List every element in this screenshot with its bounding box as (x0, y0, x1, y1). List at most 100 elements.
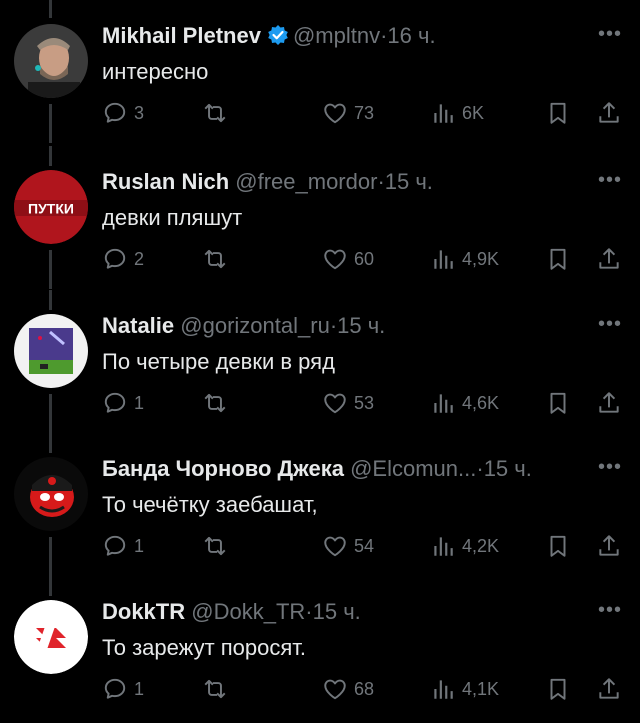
action-bar: 1 54 4,2K (102, 531, 624, 561)
separator-dot: · (305, 599, 313, 624)
author-handle[interactable]: @free_mordor (235, 169, 377, 194)
reply-icon (104, 535, 126, 556)
heart-icon (324, 679, 346, 700)
retweet-icon (204, 249, 226, 269)
author-handle[interactable]: @Dokk_TR (191, 599, 305, 624)
views-count: 4,9K (462, 248, 500, 269)
views-button[interactable]: 4,6K (430, 388, 499, 418)
share-button[interactable] (596, 98, 622, 128)
views-button[interactable]: 4,2K (430, 531, 499, 561)
share-button[interactable] (596, 674, 622, 704)
thread-line (49, 104, 52, 143)
share-button[interactable] (596, 244, 622, 274)
more-icon[interactable]: ••• (598, 599, 622, 622)
like-button[interactable]: 60 (322, 244, 374, 274)
like-button[interactable]: 73 (322, 98, 374, 128)
author-handle[interactable]: @mpltnv (293, 23, 380, 48)
thread-line (49, 394, 52, 433)
reply-button[interactable]: 2 (102, 244, 144, 274)
like-button[interactable]: 53 (322, 388, 374, 418)
bookmark-icon (550, 248, 566, 270)
views-count: 6K (462, 102, 485, 123)
author-name[interactable]: Mikhail Pletnev (102, 23, 261, 48)
views-icon (434, 104, 453, 123)
reply-icon (104, 392, 126, 413)
avatar[interactable] (14, 600, 88, 674)
timestamp[interactable]: 15 ч. (484, 456, 532, 481)
bookmark-button[interactable] (545, 388, 571, 418)
author-name[interactable]: Ruslan Nich (102, 169, 229, 194)
action-bar: 3 73 6K (102, 98, 624, 128)
reply-button[interactable]: 3 (102, 98, 144, 128)
tweet-2[interactable]: ПУТКИ Ruslan Nich @free_mordor·15 ч. •••… (0, 146, 640, 289)
views-icon (434, 680, 453, 699)
author-name[interactable]: Банда Чорново Джека (102, 456, 344, 481)
more-icon[interactable]: ••• (598, 169, 622, 192)
retweet-button[interactable] (202, 98, 228, 128)
like-count: 53 (354, 392, 375, 413)
avatar[interactable] (14, 24, 88, 98)
timestamp[interactable]: 16 ч. (387, 23, 435, 48)
timestamp[interactable]: 15 ч. (337, 313, 385, 338)
share-icon (599, 678, 619, 699)
bookmark-icon (550, 392, 566, 414)
tweet-text: То чечётку заебашат, (102, 492, 318, 517)
retweet-button[interactable] (202, 674, 228, 704)
heart-icon (324, 103, 346, 124)
like-count: 54 (354, 535, 375, 556)
avatar[interactable]: ПУТКИ (14, 170, 88, 244)
share-button[interactable] (596, 531, 622, 561)
author-handle[interactable]: @gorizontal_ru (180, 313, 330, 338)
reply-button[interactable]: 1 (102, 388, 144, 418)
retweet-button[interactable] (202, 388, 228, 418)
views-button[interactable]: 4,9K (430, 244, 499, 274)
retweet-button[interactable] (202, 244, 228, 274)
retweet-button[interactable] (202, 531, 228, 561)
tweet-header: DokkTR @Dokk_TR·15 ч. (102, 597, 590, 627)
more-icon[interactable]: ••• (598, 313, 622, 336)
heart-icon (324, 536, 346, 557)
share-icon (599, 248, 619, 269)
bookmark-button[interactable] (545, 98, 571, 128)
like-button[interactable]: 68 (322, 674, 374, 704)
more-icon[interactable]: ••• (598, 456, 622, 479)
thread-line (49, 146, 52, 166)
reply-button[interactable]: 1 (102, 674, 144, 704)
views-icon (434, 537, 453, 556)
timestamp[interactable]: 15 ч. (313, 599, 361, 624)
like-count: 73 (354, 102, 375, 123)
author-handle[interactable]: @Elcomun... (350, 456, 476, 481)
tweet-5[interactable]: DokkTR @Dokk_TR·15 ч. ••• То зарежут пор… (0, 576, 640, 719)
avatar[interactable] (14, 457, 88, 531)
retweet-icon (204, 103, 226, 123)
reply-count: 1 (134, 392, 145, 413)
tweet-1[interactable]: Mikhail Pletnev @mpltnv·16 ч. ••• интерес… (0, 0, 640, 143)
action-bar: 1 53 4,6K (102, 388, 624, 418)
tweet-text: девки пляшут (102, 205, 243, 230)
reply-count: 2 (134, 248, 145, 269)
reply-button[interactable]: 1 (102, 531, 144, 561)
avatar[interactable] (14, 314, 88, 388)
timestamp[interactable]: 15 ч. (385, 169, 433, 194)
author-name[interactable]: Natalie (102, 313, 174, 338)
tweet-3[interactable]: Natalie @gorizontal_ru·15 ч. ••• По четы… (0, 290, 640, 433)
reply-count: 3 (134, 102, 145, 123)
views-button[interactable]: 4,1K (430, 674, 499, 704)
views-button[interactable]: 6K (430, 98, 484, 128)
author-name[interactable]: DokkTR (102, 599, 185, 624)
like-button[interactable]: 54 (322, 531, 374, 561)
more-icon[interactable]: ••• (598, 23, 622, 46)
views-count: 4,1K (462, 678, 500, 699)
reply-count: 1 (134, 678, 145, 699)
like-count: 68 (354, 678, 375, 699)
share-button[interactable] (596, 388, 622, 418)
avatar-logo-text: ПУТКИ (28, 201, 74, 217)
bookmark-button[interactable] (545, 244, 571, 274)
tweet-header: Natalie @gorizontal_ru·15 ч. (102, 311, 590, 341)
views-icon (434, 394, 453, 413)
tweet-header: Банда Чорново Джека @Elcomun...·15 ч. (102, 454, 590, 484)
bookmark-button[interactable] (545, 531, 571, 561)
bookmark-button[interactable] (545, 674, 571, 704)
tweet-header: Mikhail Pletnev @mpltnv·16 ч. (102, 21, 590, 54)
tweet-4[interactable]: Банда Чорново Джека @Elcomun...·15 ч. ••… (0, 433, 640, 576)
